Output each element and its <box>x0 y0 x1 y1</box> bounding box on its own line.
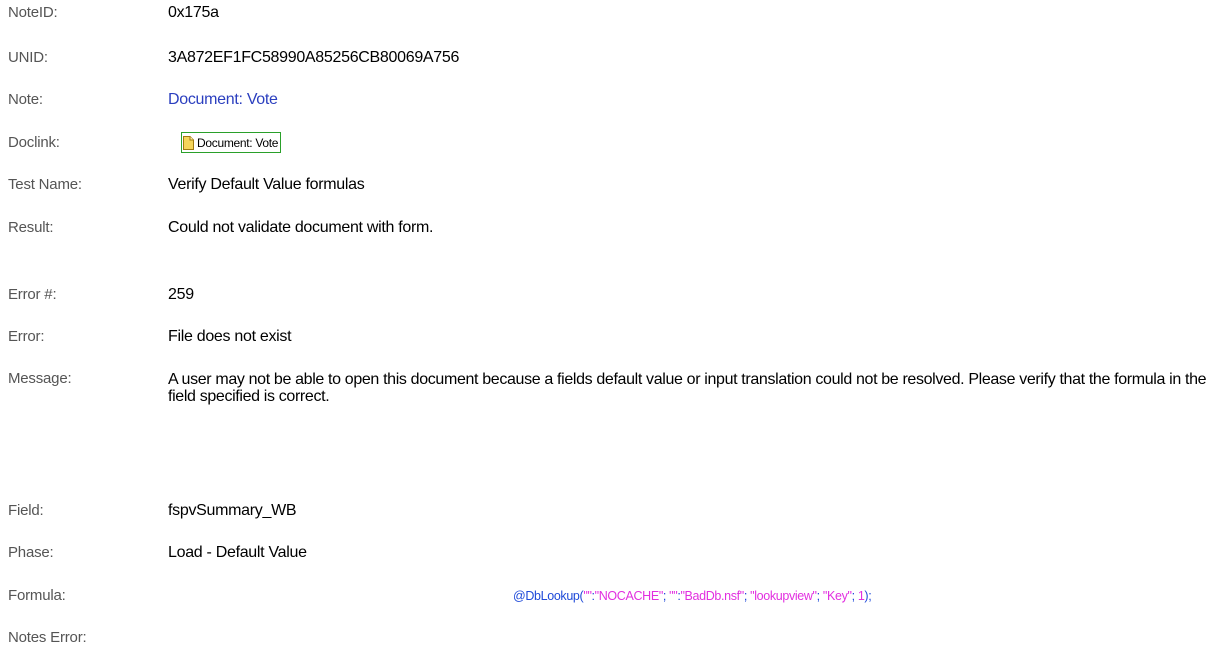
field-row: Field: fspvSummary_WB <box>0 501 1212 525</box>
message-label: Message: <box>8 370 72 387</box>
unid-row: UNID: 3A872EF1FC58990A85256CB80069A756 <box>0 48 1212 72</box>
result-value: Could not validate document with form. <box>168 219 434 236</box>
result-label: Result: <box>8 219 54 236</box>
formula-arg1-cache: "NOCACHE" <box>594 589 664 603</box>
field-label: Field: <box>8 502 44 519</box>
result-row: Result: Could not validate document with… <box>0 218 1212 242</box>
formula-row: Formula: @DbLookup("":"NOCACHE"; "":"Bad… <box>0 586 1212 610</box>
formula-arg4-key: "Key" <box>822 589 852 603</box>
noteid-label: NoteID: <box>8 4 58 21</box>
error-number-row: Error #: 259 <box>0 285 1212 309</box>
doclink-label: Doclink: <box>8 134 60 151</box>
phase-label: Phase: <box>8 544 54 561</box>
formula-arg2-database: "BadDb.nsf" <box>680 589 744 603</box>
doclink-row: Doclink: Document: Vote <box>0 132 1212 157</box>
message-value: A user may not be able to open this docu… <box>168 371 1207 405</box>
error-number-value: 259 <box>168 286 194 303</box>
doclink-button[interactable]: Document: Vote <box>181 132 282 153</box>
doclink-text: Document: Vote <box>197 135 279 150</box>
formula-arg3-view: "lookupview" <box>750 589 817 603</box>
note-label: Note: <box>8 91 43 108</box>
message-row: Message: A user may not be able to open … <box>0 369 1212 409</box>
noteid-value: 0x175a <box>168 4 219 21</box>
test-name-row: Test Name: Verify Default Value formulas <box>0 175 1212 199</box>
notes-error-label: Notes Error: <box>8 629 87 646</box>
formula-function: @DbLookup <box>513 589 580 603</box>
error-value: File does not exist <box>168 328 292 345</box>
test-name-value: Verify Default Value formulas <box>168 176 365 193</box>
notes-error-row: Notes Error: <box>0 628 1212 652</box>
test-name-label: Test Name: <box>8 176 82 193</box>
phase-row: Phase: Load - Default Value <box>0 543 1212 567</box>
note-link[interactable]: Document: Vote <box>168 90 278 110</box>
formula-label: Formula: <box>8 587 66 604</box>
phase-value: Load - Default Value <box>168 544 307 561</box>
field-value: fspvSummary_WB <box>168 502 297 519</box>
noteid-row: NoteID: 0x175a <box>0 3 1212 27</box>
formula-close: ); <box>864 589 872 603</box>
note-row: Note: Document: Vote <box>0 90 1212 114</box>
formula-arg1-server: "" <box>583 589 592 603</box>
error-number-label: Error #: <box>8 286 57 303</box>
document-icon <box>183 135 194 150</box>
error-label: Error: <box>8 328 45 345</box>
unid-value: 3A872EF1FC58990A85256CB80069A756 <box>168 49 460 66</box>
error-row: Error: File does not exist <box>0 327 1212 351</box>
formula-value: @DbLookup("":"NOCACHE"; "":"BadDb.nsf"; … <box>513 586 872 606</box>
unid-label: UNID: <box>8 49 48 66</box>
